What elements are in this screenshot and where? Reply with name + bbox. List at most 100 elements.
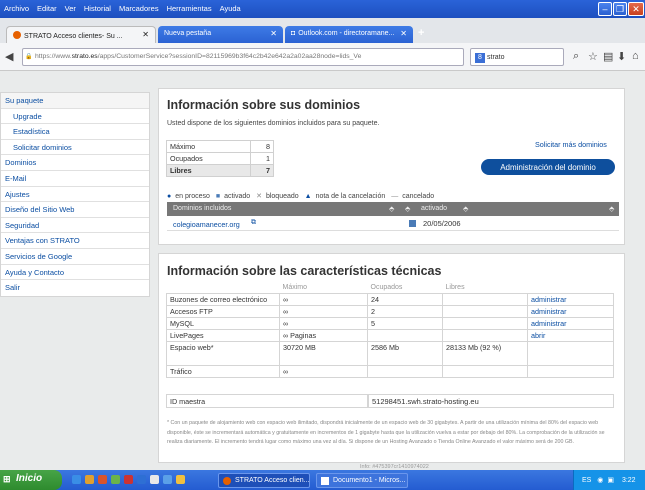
home-icon[interactable]: ⌂ bbox=[632, 50, 639, 62]
outlook-tab-icon: ◘ bbox=[291, 30, 296, 37]
close-tab-icon[interactable]: ✕ bbox=[400, 29, 407, 38]
menu-ayuda[interactable]: Ayuda bbox=[216, 0, 245, 13]
language-indicator[interactable]: ES bbox=[582, 477, 591, 484]
start-label: Inicio bbox=[16, 473, 43, 484]
sidebar-item-ventajas[interactable]: Ventajas con STRATO bbox=[1, 233, 149, 249]
sidebar-item-salir[interactable]: Salir bbox=[1, 280, 149, 296]
search-icon[interactable]: ⌕ bbox=[573, 50, 579, 63]
download-icon[interactable]: ⬇ bbox=[617, 50, 626, 63]
quicklaunch-firefox-icon[interactable] bbox=[98, 475, 107, 484]
close-tab-icon[interactable]: ✕ bbox=[270, 29, 277, 38]
firefox-task-icon bbox=[223, 477, 231, 485]
menu-archivo[interactable]: Archivo bbox=[0, 0, 33, 13]
tech-header-used: Ocupados bbox=[370, 284, 403, 292]
row-used bbox=[367, 328, 443, 342]
sidebar-item-diseno[interactable]: Diseño del Sitio Web bbox=[1, 202, 149, 218]
menu-marcadores[interactable]: Marcadores bbox=[115, 0, 163, 13]
in-process-icon: ● bbox=[167, 193, 172, 200]
sidebar-item-estadistica[interactable]: Estadística bbox=[1, 124, 149, 140]
header-status[interactable]: activado bbox=[421, 205, 447, 212]
administrar-ftp-link[interactable]: administrar bbox=[527, 304, 614, 318]
sidebar-item-seguridad[interactable]: Seguridad bbox=[1, 218, 149, 234]
navigation-bar: ◀ 🔒 https://www.strato.es/apps/CustomerSe… bbox=[0, 43, 645, 71]
administrar-mysql-link[interactable]: administrar bbox=[527, 316, 614, 330]
sidebar-item-ayuda[interactable]: Ayuda y Contacto bbox=[1, 265, 149, 281]
tab-nueva[interactable]: Nueva pestaña ✕ bbox=[158, 26, 283, 43]
row-free: 28133 Mb (92 %) bbox=[442, 340, 528, 366]
count-value: 8 bbox=[249, 140, 275, 153]
sidebar-item-ajustes[interactable]: Ajustes bbox=[1, 187, 149, 203]
taskbar: ⊞ Inicio STRATO Acceso clien... Documento… bbox=[0, 470, 645, 490]
quicklaunch-folder-icon[interactable] bbox=[85, 475, 94, 484]
quicklaunch-word-icon[interactable] bbox=[137, 475, 146, 484]
domain-admin-button[interactable]: Administración del dominio bbox=[481, 159, 615, 175]
menu-editar[interactable]: Editar bbox=[33, 0, 61, 13]
domains-table-header: Dominios incluidos ⬘ ⬘ activado ⬘ ⬘ bbox=[167, 202, 619, 216]
quicklaunch-app-icon[interactable] bbox=[124, 475, 133, 484]
tray-icon[interactable]: ◉ bbox=[597, 477, 603, 484]
menu-herramientas[interactable]: Herramientas bbox=[163, 0, 216, 13]
tech-header-empty bbox=[167, 283, 280, 293]
close-window-button[interactable]: ✕ bbox=[628, 2, 644, 16]
row-used: 5 bbox=[367, 316, 443, 330]
bookmarks-list-icon[interactable]: ▤ bbox=[603, 50, 613, 63]
tech-title: Información sobre las características té… bbox=[167, 264, 442, 278]
master-id-value: 51298451.swh.strato-hosting.eu bbox=[368, 394, 614, 408]
active-icon: ■ bbox=[215, 193, 221, 200]
bookmark-star-icon[interactable]: ☆ bbox=[588, 50, 598, 63]
external-link-icon[interactable]: ⧉ bbox=[251, 219, 256, 227]
sort-icon[interactable]: ⬘ bbox=[463, 205, 468, 213]
administrar-email-link[interactable]: administrar bbox=[527, 292, 614, 306]
task-strato[interactable]: STRATO Acceso clien... bbox=[218, 473, 310, 488]
request-more-domains-link[interactable]: Solicitar más dominios bbox=[535, 140, 607, 149]
system-tray: ES ◉ ▣ 3:22 bbox=[573, 470, 645, 490]
domain-link[interactable]: colegioamanecer.org bbox=[173, 220, 240, 229]
legend-item: en proceso bbox=[175, 193, 210, 200]
sort-icon[interactable]: ⬘ bbox=[609, 205, 614, 213]
sort-icon[interactable]: ⬘ bbox=[389, 205, 394, 213]
menu-historial[interactable]: Historial bbox=[80, 0, 115, 13]
quicklaunch-media-icon[interactable] bbox=[111, 475, 120, 484]
back-arrow-icon[interactable]: ◀ bbox=[5, 50, 13, 63]
abrir-livepages-link[interactable]: abrir bbox=[527, 328, 614, 342]
search-input[interactable]: 8 strato bbox=[470, 48, 564, 66]
tab-strato[interactable]: STRATO Acceso clientes- Su ... ✕ bbox=[6, 26, 156, 43]
cancelled-icon: — bbox=[391, 193, 399, 200]
network-icon[interactable]: ▣ bbox=[607, 477, 614, 484]
google-icon: 8 bbox=[475, 53, 485, 63]
tech-table: Máximo Ocupados Libres Buzones de correo… bbox=[166, 283, 614, 378]
url-bar[interactable]: 🔒 https://www.strato.es/apps/CustomerServ… bbox=[22, 48, 464, 66]
row-name: Buzones de correo electrónico bbox=[166, 292, 280, 306]
task-label: STRATO Acceso clien... bbox=[235, 477, 310, 484]
menu-ver[interactable]: Ver bbox=[61, 0, 80, 13]
quicklaunch-app3-icon[interactable] bbox=[176, 475, 185, 484]
start-button[interactable]: ⊞ Inicio bbox=[0, 470, 62, 490]
sidebar-item-su-paquete[interactable]: Su paquete bbox=[1, 93, 149, 109]
menu-bar: Archivo Editar Ver Historial Marcadores Herra… bbox=[0, 0, 645, 18]
sidebar-item-solicitar-dominios[interactable]: Solicitar dominios bbox=[1, 140, 149, 156]
tab-outlook[interactable]: ◘ Outlook.com - directoramane... ✕ bbox=[285, 26, 413, 43]
firefox-tab-icon bbox=[13, 31, 21, 39]
sidebar-item-upgrade[interactable]: Upgrade bbox=[1, 109, 149, 125]
quicklaunch-desktop-icon[interactable] bbox=[150, 475, 159, 484]
minimize-button[interactable]: – bbox=[598, 2, 612, 16]
sidebar-item-google[interactable]: Servicios de Google bbox=[1, 249, 149, 265]
quicklaunch-app2-icon[interactable] bbox=[163, 475, 172, 484]
task-documento[interactable]: Documento1 - Micros... bbox=[316, 473, 408, 488]
tech-header-free: Libres bbox=[445, 284, 465, 292]
header-domains[interactable]: Dominios incluidos bbox=[173, 205, 231, 212]
sidebar-item-dominios[interactable]: Dominios bbox=[1, 155, 149, 171]
sort-icon[interactable]: ⬘ bbox=[405, 205, 410, 213]
maximize-button[interactable]: ❐ bbox=[613, 2, 627, 16]
legend-item: bloqueado bbox=[265, 193, 299, 200]
quicklaunch-ie-icon[interactable] bbox=[72, 475, 81, 484]
sidebar-menu: Su paquete Upgrade Estadística Solicitar… bbox=[0, 92, 150, 297]
close-tab-icon[interactable]: ✕ bbox=[142, 30, 149, 39]
windows-logo-icon: ⊞ bbox=[3, 474, 11, 484]
row-max: ∞ bbox=[279, 304, 368, 318]
row-used: 2 bbox=[367, 304, 443, 318]
sidebar-item-email[interactable]: E-Mail bbox=[1, 171, 149, 187]
count-label: Libres bbox=[166, 164, 251, 177]
row-name: Espacio web* bbox=[166, 340, 280, 366]
new-tab-icon[interactable]: + bbox=[418, 27, 424, 39]
